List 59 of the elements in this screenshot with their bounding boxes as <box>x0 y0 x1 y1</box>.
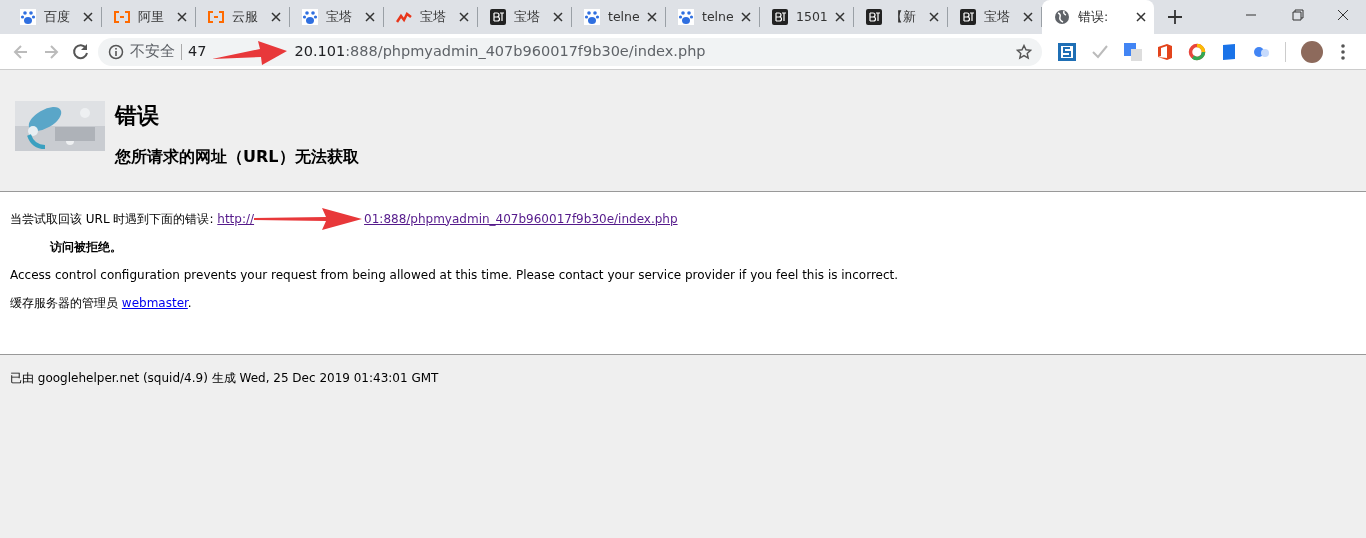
close-icon[interactable] <box>929 12 939 22</box>
ring-icon[interactable] <box>1188 42 1206 61</box>
url-text: 47 <box>188 41 207 61</box>
url-link[interactable]: 01:888/phpmyadmin_407b960017f9b30e/index.php <box>364 211 678 227</box>
paw-icon <box>302 9 318 25</box>
browser-tab[interactable]: 【新 <box>854 7 948 27</box>
intro-text: 当尝试取回该 URL 时遇到下面的错误: <box>10 211 214 227</box>
close-icon[interactable] <box>1136 12 1146 22</box>
bt-icon <box>490 9 506 25</box>
close-icon[interactable] <box>647 12 657 22</box>
bracket-icon <box>114 11 130 23</box>
browser-tab[interactable]: 宝塔 <box>948 7 1042 27</box>
wave-icon <box>396 11 412 23</box>
bt-icon <box>866 9 882 25</box>
error-message: 访问被拒绝。 <box>50 239 122 254</box>
error-heading: 错误 <box>115 103 160 130</box>
extension-icon[interactable] <box>1058 42 1076 61</box>
address-bar[interactable]: 不安全 47 20.101:888/phpmyadmin_407b960017f9b30e/index.php <box>98 37 1042 66</box>
bt-icon <box>772 9 788 25</box>
footer-text: 已由 googlehelper.net (squid/4.9) 生成 Wed, 25 Dec 2019 01:43:01 GMT <box>10 370 439 385</box>
browser-tab[interactable]: 云服 <box>196 7 290 27</box>
close-icon[interactable] <box>459 12 469 22</box>
browser-tab[interactable]: telne <box>666 7 760 27</box>
bracket-icon <box>208 11 224 23</box>
office-icon[interactable] <box>1157 42 1173 61</box>
browser-tab[interactable]: 宝塔 <box>478 7 572 27</box>
browser-tab[interactable]: 1501 <box>760 7 854 27</box>
error-subheading: 您所请求的网址（URL）无法获取 <box>115 147 359 167</box>
description-text: Access control configuration prevents your request from being allowed at this time. Please contact your service provider if you feel this is incorrect. <box>10 267 900 283</box>
close-icon[interactable] <box>835 12 845 22</box>
close-icon[interactable] <box>365 12 375 22</box>
close-icon[interactable] <box>553 12 563 22</box>
globe-icon <box>1054 9 1070 25</box>
bt-icon <box>960 9 976 25</box>
browser-tab[interactable]: 宝塔 <box>384 7 478 27</box>
star-icon[interactable] <box>1016 43 1032 60</box>
url-link[interactable]: http:// <box>217 211 255 227</box>
close-icon[interactable] <box>271 12 281 22</box>
period-text: . <box>187 295 192 310</box>
close-icon[interactable] <box>741 12 751 22</box>
close-icon[interactable] <box>177 12 187 22</box>
browser-tab[interactable]: 阿里 <box>102 7 196 27</box>
browser-tab[interactable]: 错误: <box>1042 0 1154 34</box>
info-icon[interactable] <box>108 43 124 60</box>
browser-tab[interactable]: telne <box>572 7 666 27</box>
menu-icon[interactable] <box>1338 42 1348 61</box>
paw-icon <box>20 9 36 25</box>
new-tab-icon[interactable] <box>1168 10 1182 24</box>
paw-icon <box>584 9 600 25</box>
paw-icon <box>678 9 694 25</box>
url-text: 20.101:888/phpmyadmin_407b960017f9b30e/index.php <box>294 41 706 61</box>
security-label: 不安全 <box>130 41 175 61</box>
close-icon[interactable] <box>83 12 93 22</box>
close-icon[interactable] <box>1023 12 1033 22</box>
browser-tab[interactable]: 百度 <box>8 7 102 27</box>
browser-tab[interactable]: 宝塔 <box>290 7 384 27</box>
avatar-icon[interactable] <box>1301 40 1323 63</box>
admin-text: 缓存服务器的管理员 <box>10 295 118 310</box>
webmaster-link[interactable]: webmaster <box>121 295 188 310</box>
